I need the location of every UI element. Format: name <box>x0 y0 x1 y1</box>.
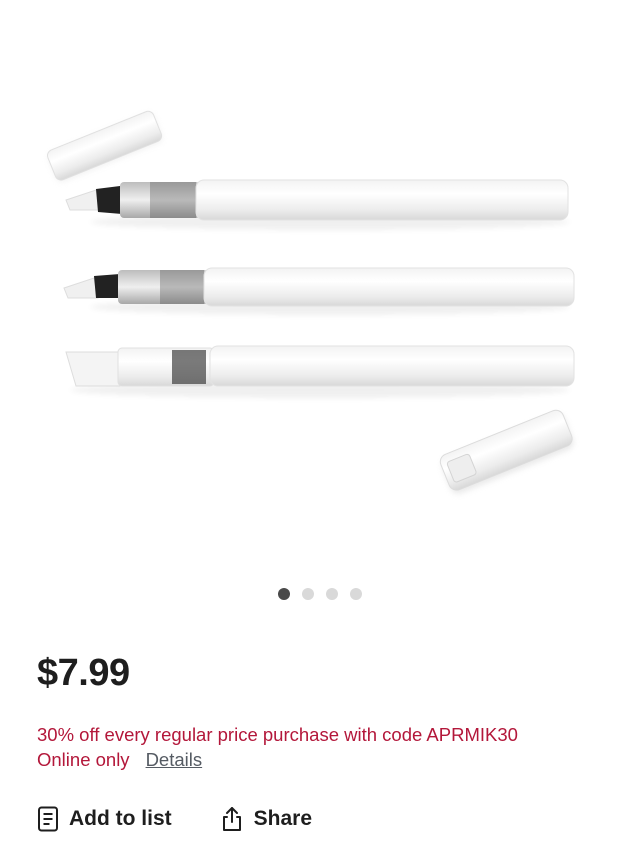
share-label: Share <box>253 807 313 830</box>
promo-availability-row: Online only Details <box>37 747 518 772</box>
pen-cap-top <box>47 110 163 182</box>
image-carousel-dots <box>0 588 640 600</box>
list-icon <box>37 806 59 832</box>
share-button[interactable]: Share <box>220 806 312 832</box>
water-brush-pen-1 <box>65 179 570 230</box>
carousel-dot-2[interactable] <box>302 588 314 600</box>
carousel-dot-1[interactable] <box>278 588 290 600</box>
product-actions: Add to list Share <box>37 806 312 832</box>
carousel-dot-3[interactable] <box>326 588 338 600</box>
promo-availability: Online only <box>37 749 130 770</box>
water-brush-pen-2 <box>63 267 575 315</box>
water-brush-pen-3 <box>65 345 575 398</box>
promo-details-link[interactable]: Details <box>146 747 203 772</box>
pen-cap-bottom <box>439 409 574 494</box>
share-icon <box>220 806 244 832</box>
product-image[interactable] <box>0 0 640 560</box>
add-to-list-label: Add to list <box>69 807 172 830</box>
product-price: $7.99 <box>37 652 130 694</box>
add-to-list-button[interactable]: Add to list <box>37 806 172 832</box>
promo-offer-text: 30% off every regular price purchase wit… <box>37 724 518 745</box>
promo-message: 30% off every regular price purchase wit… <box>37 722 518 772</box>
carousel-dot-4[interactable] <box>350 588 362 600</box>
